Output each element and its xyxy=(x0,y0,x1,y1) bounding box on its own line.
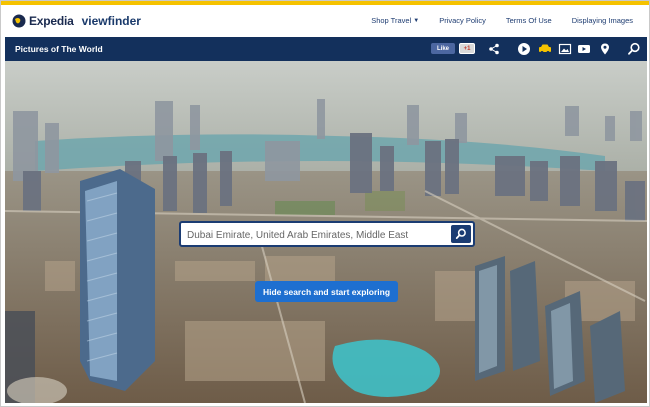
destination-search xyxy=(179,221,475,247)
car-icon[interactable] xyxy=(538,42,552,56)
google-plus-button[interactable]: +1 xyxy=(459,43,475,54)
facebook-like-button[interactable]: Like xyxy=(431,43,455,54)
map-pin-icon[interactable] xyxy=(598,42,612,56)
video-icon[interactable] xyxy=(577,42,591,56)
product-name: viewfinder xyxy=(81,14,141,28)
chevron-down-icon: ▼ xyxy=(413,17,420,24)
expedia-logo[interactable]: Expedia viewfinder xyxy=(12,12,141,30)
sub-header: Pictures of The World Like +1 xyxy=(5,37,647,61)
play-icon[interactable] xyxy=(517,42,531,56)
share-icon[interactable] xyxy=(487,42,501,56)
brand-name: Expedia xyxy=(29,14,74,28)
image-icon[interactable] xyxy=(558,42,572,56)
google-plus-label: +1 xyxy=(463,45,471,52)
hide-search-button[interactable]: Hide search and start exploring xyxy=(255,281,398,302)
page-title: Pictures of The World xyxy=(15,44,103,54)
search-icon[interactable] xyxy=(627,42,641,56)
hero-photo: Hide search and start exploring xyxy=(5,61,647,403)
nav-terms-of-use[interactable]: Terms Of Use xyxy=(506,16,552,25)
nav-shop-travel[interactable]: Shop Travel ▼ xyxy=(371,16,419,25)
facebook-like-label: Like xyxy=(436,45,449,52)
globe-icon xyxy=(12,14,26,28)
top-nav: Shop Travel ▼ Privacy Policy Terms Of Use… xyxy=(351,16,633,25)
top-header: Expedia viewfinder Shop Travel ▼ Privacy … xyxy=(1,5,649,37)
nav-privacy-policy[interactable]: Privacy Policy xyxy=(439,16,486,25)
destination-search-input[interactable] xyxy=(187,228,449,242)
magnifier-icon xyxy=(455,228,466,239)
search-submit-button[interactable] xyxy=(451,225,471,243)
page-frame: Expedia viewfinder Shop Travel ▼ Privacy … xyxy=(0,0,650,407)
nav-shop-travel-label: Shop Travel xyxy=(371,16,412,25)
nav-displaying-images[interactable]: Displaying Images xyxy=(572,16,633,25)
